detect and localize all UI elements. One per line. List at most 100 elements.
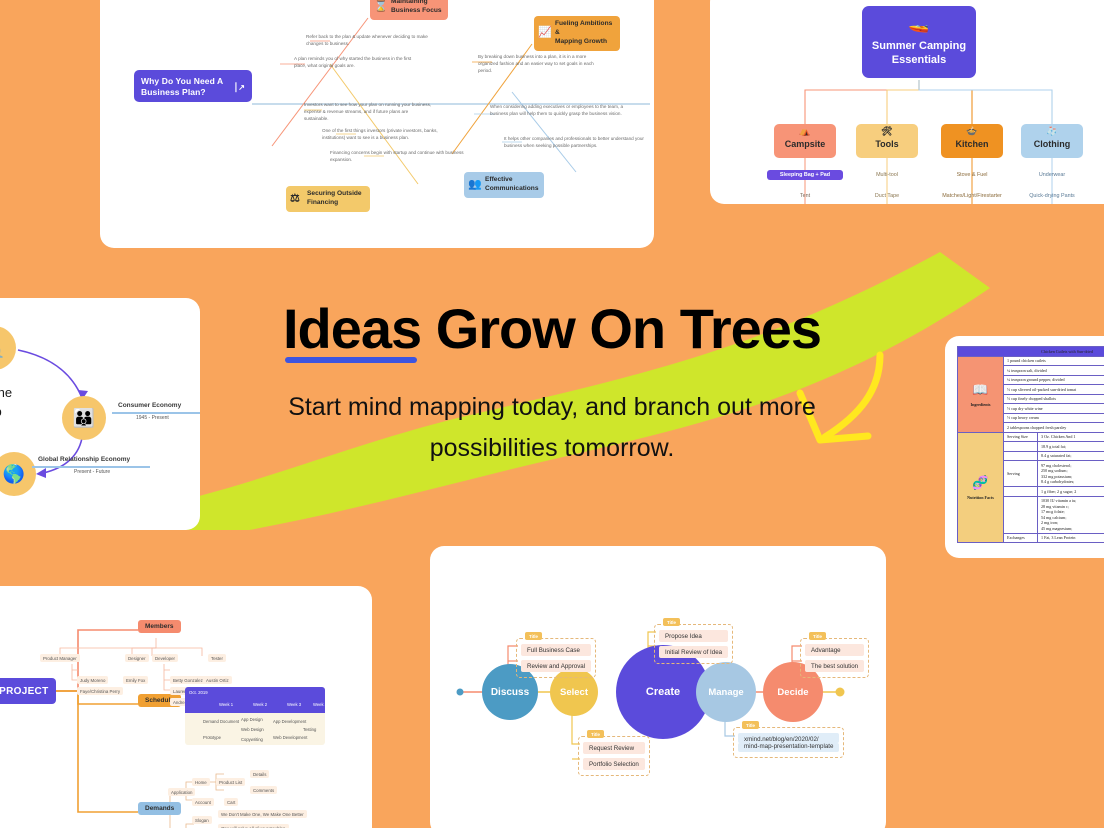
fishbone-root-node[interactable]: Why Do You Need A Business Plan? ⎮↗ bbox=[134, 70, 252, 102]
annotation-tag: Title bbox=[587, 730, 604, 738]
demand-item: Cart bbox=[224, 798, 239, 806]
relationship-economy-card[interactable]: 🔬 👪 🌎 The Rise of The Relationship Econo… bbox=[0, 298, 200, 530]
category-label: Kitchen bbox=[955, 139, 989, 149]
table-row: 📖 Ingredients 1 pound chicken cutlets bbox=[957, 355, 1104, 433]
nutrition-label bbox=[1003, 441, 1038, 452]
member-name: Emily Fox bbox=[123, 676, 149, 684]
recipe-table: Chicken Cutlets with Sun-dried 📖 Ingredi… bbox=[957, 346, 1104, 544]
schedule-week-2: Week 2 bbox=[252, 702, 268, 707]
flow-step-manage[interactable]: Manage bbox=[696, 662, 756, 722]
title-underlined-word: Ideas bbox=[282, 297, 422, 363]
fishbone-branch-financing[interactable]: ⚖ Securing Outside Financing bbox=[286, 186, 370, 212]
people-icon: 👥 bbox=[468, 178, 482, 191]
branch-label-line1: Maintaining bbox=[391, 0, 428, 5]
subtitle-line-2: possibilities tomorrow. bbox=[429, 434, 675, 463]
clothing-icon: 🧦 bbox=[1046, 126, 1058, 136]
ingredient-cell: ¼ teaspoon ground pepper, divided bbox=[1003, 374, 1104, 386]
fishbone-diagram-card[interactable]: Why Do You Need A Business Plan? ⎮↗ ⌛ Ma… bbox=[100, 0, 654, 248]
fishbone-note: Refer back to the plan & update whenever… bbox=[306, 34, 428, 46]
external-link-icon[interactable]: ⎮↗ bbox=[234, 83, 245, 94]
branch-label-line2: Financing bbox=[307, 198, 339, 206]
ingredient-cell: ⅓ cup finely chopped shallots bbox=[1003, 393, 1104, 405]
section-label: Ingredients bbox=[970, 401, 991, 407]
camping-category-kitchen[interactable]: 🍲 Kitchen bbox=[941, 124, 1003, 158]
annotation-item: Portfolio Selection bbox=[583, 758, 645, 770]
demand-item: Comments bbox=[250, 786, 278, 794]
camping-root-line1: Summer Camping bbox=[871, 40, 967, 52]
fishbone-note: Financing concerns begin with startup an… bbox=[330, 150, 464, 162]
branch-label-line1: Effective bbox=[485, 176, 513, 183]
member-role: Product Manager bbox=[40, 654, 80, 662]
project-branch-members[interactable]: Members bbox=[138, 620, 181, 633]
fishbone-branch-communications[interactable]: 👥 Effective Communications bbox=[464, 172, 544, 198]
schedule-cell: Demand Document bbox=[203, 719, 240, 724]
annotation-item: Request Review bbox=[583, 742, 645, 754]
flow-annotation-discuss[interactable]: Title Full Business Case Review and Appr… bbox=[516, 632, 597, 678]
project-root-node[interactable]: ONE PROJECT bbox=[0, 678, 56, 704]
demand-item: Home bbox=[192, 778, 210, 786]
member-role: Developer bbox=[152, 654, 179, 662]
camping-leaf: Underwear bbox=[1038, 172, 1066, 178]
flow-annotation-select[interactable]: Title Request Review Portfolio Selection bbox=[578, 730, 650, 776]
title-word-ideas: Ideas bbox=[282, 297, 422, 360]
member-name: Faye/Christina Perry bbox=[77, 687, 124, 695]
annotation-tag: Title bbox=[742, 721, 759, 729]
flow-annotation-create[interactable]: Title Propose Idea Initial Review of Ide… bbox=[654, 618, 734, 664]
table-row: 🧬 Nutrition Facts Serving Size 3 Oz. Chi… bbox=[957, 431, 1104, 544]
title-underline bbox=[284, 356, 418, 363]
branch-label-line2: Business Focus bbox=[391, 6, 442, 14]
member-name: Austin Ortiz bbox=[203, 676, 232, 684]
schedule-table[interactable]: Oct. 2019 Week 1 Week 2 Week 3 Week 4 De… bbox=[185, 687, 327, 745]
section-label: Nutrition Facts bbox=[967, 495, 994, 501]
annotation-item: Propose Idea bbox=[659, 630, 729, 642]
category-label: Clothing bbox=[1033, 139, 1071, 149]
schedule-cell: Web Design bbox=[241, 727, 264, 732]
camping-category-clothing[interactable]: 🧦 Clothing bbox=[1021, 124, 1083, 158]
annotation-item: The best solution bbox=[805, 660, 865, 672]
demand-item: Slogan bbox=[192, 816, 212, 824]
fishbone-branch-maintaining[interactable]: ⌛ Maintaining Business Focus bbox=[370, 0, 448, 20]
camping-category-tools[interactable]: 🛠 Tools bbox=[856, 124, 918, 158]
demand-group: Application bbox=[168, 788, 196, 796]
ingredient-cell: ⅓ cup slivered oil-packed sun-dried toma… bbox=[1003, 384, 1104, 395]
demand-item: One will solve all of your troubles. bbox=[218, 824, 290, 828]
nutrition-value: 3 Oz. Chicken And 1 bbox=[1037, 431, 1104, 443]
annotation-item: xmind.net/blog/en/2020/02/ bbox=[738, 733, 840, 743]
fishbone-branch-fueling[interactable]: 📈 Fueling Ambitions & Mapping Growth bbox=[534, 16, 620, 51]
annotation-tag: Title bbox=[663, 618, 680, 626]
project-branch-demands[interactable]: Demands bbox=[138, 802, 182, 815]
dna-icon: 🧬 bbox=[972, 475, 989, 491]
ingredient-cell: ½ cup dry white wine bbox=[1003, 403, 1104, 414]
recipe-title-row: Chicken Cutlets with Sun-dried bbox=[957, 346, 1104, 357]
process-flow-card[interactable]: Discuss Select Create Manage Decide Titl… bbox=[430, 546, 886, 828]
schedule-cell: App Design bbox=[241, 717, 263, 722]
member-name: Betty Gonzalez bbox=[170, 676, 206, 684]
subtitle-line-1: Start mind mapping today, and branch out… bbox=[288, 392, 816, 421]
book-icon: 📖 bbox=[972, 382, 989, 398]
recipe-table-card[interactable]: Chicken Cutlets with Sun-dried 📖 Ingredi… bbox=[945, 336, 1104, 558]
fishbone-root-line1: Why Do You Need A bbox=[141, 76, 224, 86]
camping-root-node[interactable]: 🚤 Summer Camping Essentials bbox=[862, 6, 976, 78]
fishbone-root-line2: Business Plan? bbox=[141, 87, 206, 98]
demand-item: Account bbox=[192, 798, 214, 806]
schedule-cell: Web Development bbox=[273, 735, 308, 740]
nutrition-label bbox=[1003, 450, 1038, 462]
member-role: Designer bbox=[125, 654, 149, 662]
camping-mindmap-card[interactable]: 🚤 Summer Camping Essentials ⛺ Campsite 🛠… bbox=[710, 0, 1104, 204]
people-group-icon: 👪 bbox=[72, 407, 96, 428]
branch-label-line1: Fueling Ambitions & bbox=[555, 20, 613, 36]
economy-label: Consumer Economy bbox=[118, 402, 182, 409]
tent-icon: ⛺ bbox=[799, 126, 811, 136]
title-rest: Grow On Trees bbox=[421, 297, 822, 360]
flow-annotation-decide[interactable]: Title Advantage The best solution bbox=[800, 632, 870, 678]
flow-annotation-manage[interactable]: Title xmind.net/blog/en/2020/02/ mind-ma… bbox=[733, 721, 845, 758]
economy-node-consumer[interactable]: 👪 bbox=[62, 396, 106, 440]
camping-root-line2: Essentials bbox=[891, 53, 947, 66]
schedule-cell: App Development bbox=[273, 719, 307, 724]
fishbone-note: By breaking down business into a plan, i… bbox=[478, 54, 594, 73]
economy-label: Global Relationship Economy bbox=[38, 456, 131, 463]
camping-category-campsite[interactable]: ⛺ Campsite bbox=[774, 124, 836, 158]
nutrition-value: 1 Fat, 3 Lean Protein bbox=[1037, 532, 1104, 544]
economy-sublabel: 1945 - Present bbox=[136, 415, 169, 421]
microscope-icon: 🔬 bbox=[0, 338, 5, 359]
